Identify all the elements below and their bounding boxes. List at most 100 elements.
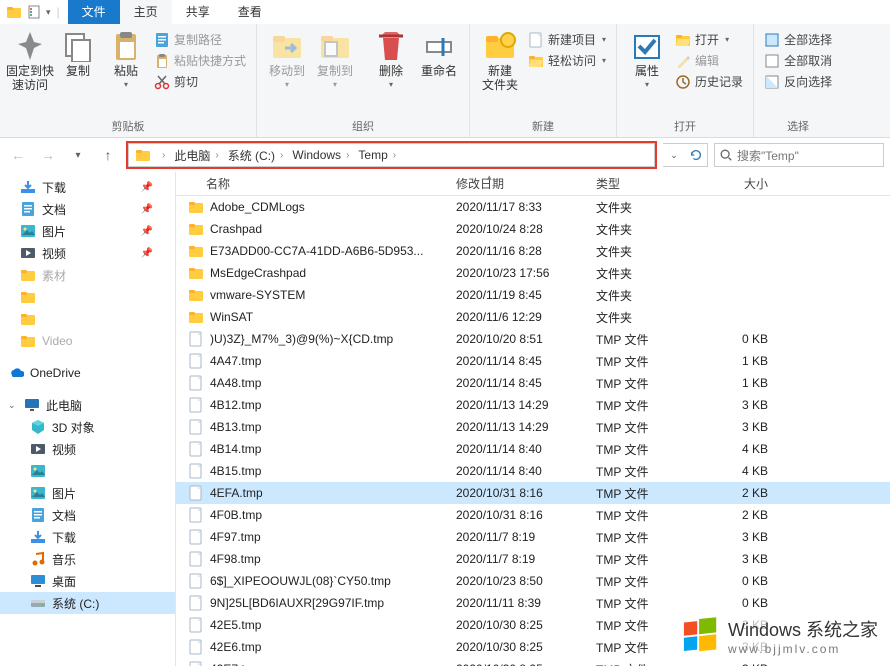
- nav-item[interactable]: 音乐: [0, 548, 175, 570]
- nav-item[interactable]: 文档: [0, 504, 175, 526]
- nav-back-button[interactable]: ←: [6, 143, 30, 167]
- open-button[interactable]: 打开▾: [671, 30, 747, 49]
- cut-button[interactable]: 剪切: [150, 72, 250, 91]
- breadcrumb-sep[interactable]: ›: [155, 150, 172, 161]
- paste-shortcut-button[interactable]: 粘贴快捷方式: [150, 51, 250, 70]
- file-icon: [188, 639, 204, 655]
- breadcrumb-1[interactable]: 系统 (C:)›: [226, 147, 291, 164]
- new-folder-button[interactable]: 新建 文件夹: [476, 26, 524, 92]
- col-name[interactable]: 名称: [176, 175, 446, 192]
- new-item-button[interactable]: 新建项目▾: [524, 30, 610, 49]
- file-row[interactable]: 4B15.tmp2020/11/14 8:40TMP 文件4 KB: [176, 460, 890, 482]
- copy-button[interactable]: 复制: [54, 26, 102, 78]
- edit-icon: [675, 53, 691, 69]
- nav-label: 3D 对象: [52, 419, 95, 436]
- nav-item[interactable]: 桌面: [0, 570, 175, 592]
- nav-item[interactable]: 文档📌: [0, 198, 175, 220]
- file-row[interactable]: 9N]25L[BD6IAUXR[29G97IF.tmp2020/11/11 8:…: [176, 592, 890, 614]
- file-row[interactable]: MsEdgeCrashpad2020/10/23 17:56文件夹: [176, 262, 890, 284]
- tab-file[interactable]: 文件: [68, 0, 120, 24]
- copyto-button[interactable]: 复制到▾: [311, 26, 359, 92]
- breadcrumb-3[interactable]: Temp›: [356, 148, 403, 162]
- file-size: 2 KB: [702, 486, 782, 500]
- file-row[interactable]: 4A47.tmp2020/11/14 8:45TMP 文件1 KB: [176, 350, 890, 372]
- col-date[interactable]: 修改日期: [446, 175, 586, 192]
- nav-forward-button[interactable]: →: [36, 143, 60, 167]
- nav-item[interactable]: 系统 (C:): [0, 592, 175, 614]
- file-row[interactable]: vmware-SYSTEM2020/11/19 8:45文件夹: [176, 284, 890, 306]
- easy-access-button[interactable]: 轻松访问▾: [524, 51, 610, 70]
- search-box[interactable]: 搜索"Temp": [714, 143, 884, 167]
- file-row[interactable]: 4F98.tmp2020/11/7 8:19TMP 文件3 KB: [176, 548, 890, 570]
- nav-recent-button[interactable]: ▾: [66, 143, 90, 167]
- file-row[interactable]: 4EFA.tmp2020/10/31 8:16TMP 文件2 KB: [176, 482, 890, 504]
- nav-item[interactable]: [0, 308, 175, 330]
- file-row[interactable]: Crashpad2020/10/24 8:28文件夹: [176, 218, 890, 240]
- file-row[interactable]: 6$]_XIPEOOUWJL(08}`CY50.tmp2020/10/23 8:…: [176, 570, 890, 592]
- nav-item[interactable]: Video: [0, 330, 175, 352]
- pic-icon: [20, 223, 36, 239]
- addr-dropdown-button[interactable]: ⌄: [663, 144, 685, 166]
- file-row[interactable]: Adobe_CDMLogs2020/11/17 8:33文件夹: [176, 196, 890, 218]
- file-row[interactable]: 4A48.tmp2020/11/14 8:45TMP 文件1 KB: [176, 372, 890, 394]
- nav-tree[interactable]: 下载📌文档📌图片📌视频📌素材VideoOneDrive⌄此电脑3D 对象视频图片…: [0, 172, 176, 666]
- nav-item[interactable]: 3D 对象: [0, 416, 175, 438]
- paste-button[interactable]: 粘贴 ▾: [102, 26, 150, 92]
- file-icon: [188, 617, 204, 633]
- nav-item[interactable]: [0, 460, 175, 482]
- select-none-button[interactable]: 全部取消: [760, 51, 836, 70]
- file-name: vmware-SYSTEM: [210, 288, 305, 302]
- refresh-button[interactable]: [685, 144, 707, 166]
- file-row[interactable]: E73ADD00-CC7A-41DD-A6B6-5D953...2020/11/…: [176, 240, 890, 262]
- col-size[interactable]: 大小: [702, 175, 782, 192]
- moveto-button[interactable]: 移动到▾: [263, 26, 311, 92]
- folder-icon: [188, 199, 204, 215]
- column-headers[interactable]: 名称 ▴ 修改日期 类型 大小: [176, 172, 890, 196]
- file-row[interactable]: 4F97.tmp2020/11/7 8:19TMP 文件3 KB: [176, 526, 890, 548]
- rename-button[interactable]: 重命名: [415, 26, 463, 78]
- file-type: TMP 文件: [586, 375, 702, 392]
- nav-onedrive[interactable]: OneDrive: [0, 362, 175, 384]
- file-name: 9N]25L[BD6IAUXR[29G97IF.tmp: [210, 596, 384, 610]
- file-row[interactable]: 4B14.tmp2020/11/14 8:40TMP 文件4 KB: [176, 438, 890, 460]
- nav-item[interactable]: 下载: [0, 526, 175, 548]
- nav-label: 视频: [52, 441, 76, 458]
- nav-item[interactable]: 下载📌: [0, 176, 175, 198]
- col-type[interactable]: 类型: [586, 175, 702, 192]
- drive-icon: [30, 595, 46, 611]
- delete-button[interactable]: 删除▾: [367, 26, 415, 92]
- pin-icon: 📌: [141, 204, 153, 215]
- breadcrumb-2[interactable]: Windows›: [290, 148, 356, 162]
- properties-button[interactable]: 属性▾: [623, 26, 671, 92]
- file-row[interactable]: 4B12.tmp2020/11/13 14:29TMP 文件3 KB: [176, 394, 890, 416]
- select-all-button[interactable]: 全部选择: [760, 30, 836, 49]
- history-button[interactable]: 历史记录: [671, 72, 747, 91]
- select-invert-button[interactable]: 反向选择: [760, 72, 836, 91]
- address-bar[interactable]: › 此电脑› 系统 (C:)› Windows› Temp›: [128, 143, 655, 167]
- file-row[interactable]: 4F0B.tmp2020/10/31 8:16TMP 文件2 KB: [176, 504, 890, 526]
- nav-up-button[interactable]: ↑: [96, 143, 120, 167]
- tab-view[interactable]: 查看: [224, 0, 276, 24]
- nav-item[interactable]: 素材: [0, 264, 175, 286]
- file-date: 2020/11/13 14:29: [446, 398, 586, 412]
- nav-item[interactable]: 视频📌: [0, 242, 175, 264]
- chevron-down-icon: ▾: [124, 78, 128, 92]
- breadcrumb-0[interactable]: 此电脑›: [172, 147, 225, 164]
- file-row[interactable]: WinSAT2020/11/6 12:29文件夹: [176, 306, 890, 328]
- tab-home[interactable]: 主页: [120, 0, 172, 24]
- tab-share[interactable]: 共享: [172, 0, 224, 24]
- props-icon[interactable]: [26, 4, 42, 20]
- nav-item[interactable]: [0, 286, 175, 308]
- edit-button[interactable]: 编辑: [671, 51, 747, 70]
- nav-item[interactable]: 视频: [0, 438, 175, 460]
- nav-thispc[interactable]: ⌄此电脑: [0, 394, 175, 416]
- file-row[interactable]: 4B13.tmp2020/11/13 14:29TMP 文件3 KB: [176, 416, 890, 438]
- file-date: 2020/11/14 8:40: [446, 464, 586, 478]
- nav-item[interactable]: 图片: [0, 482, 175, 504]
- nav-item[interactable]: 图片📌: [0, 220, 175, 242]
- qat-dropdown-icon[interactable]: ▾: [46, 7, 51, 18]
- copy-path-button[interactable]: 复制路径: [150, 30, 250, 49]
- pin-to-quick-access-button[interactable]: 固定到快 速访问: [6, 26, 54, 92]
- file-name: 42E5.tmp: [210, 618, 261, 632]
- file-row[interactable]: )U)3Z}_M7%_3)@9(%)~X{CD.tmp2020/10/20 8:…: [176, 328, 890, 350]
